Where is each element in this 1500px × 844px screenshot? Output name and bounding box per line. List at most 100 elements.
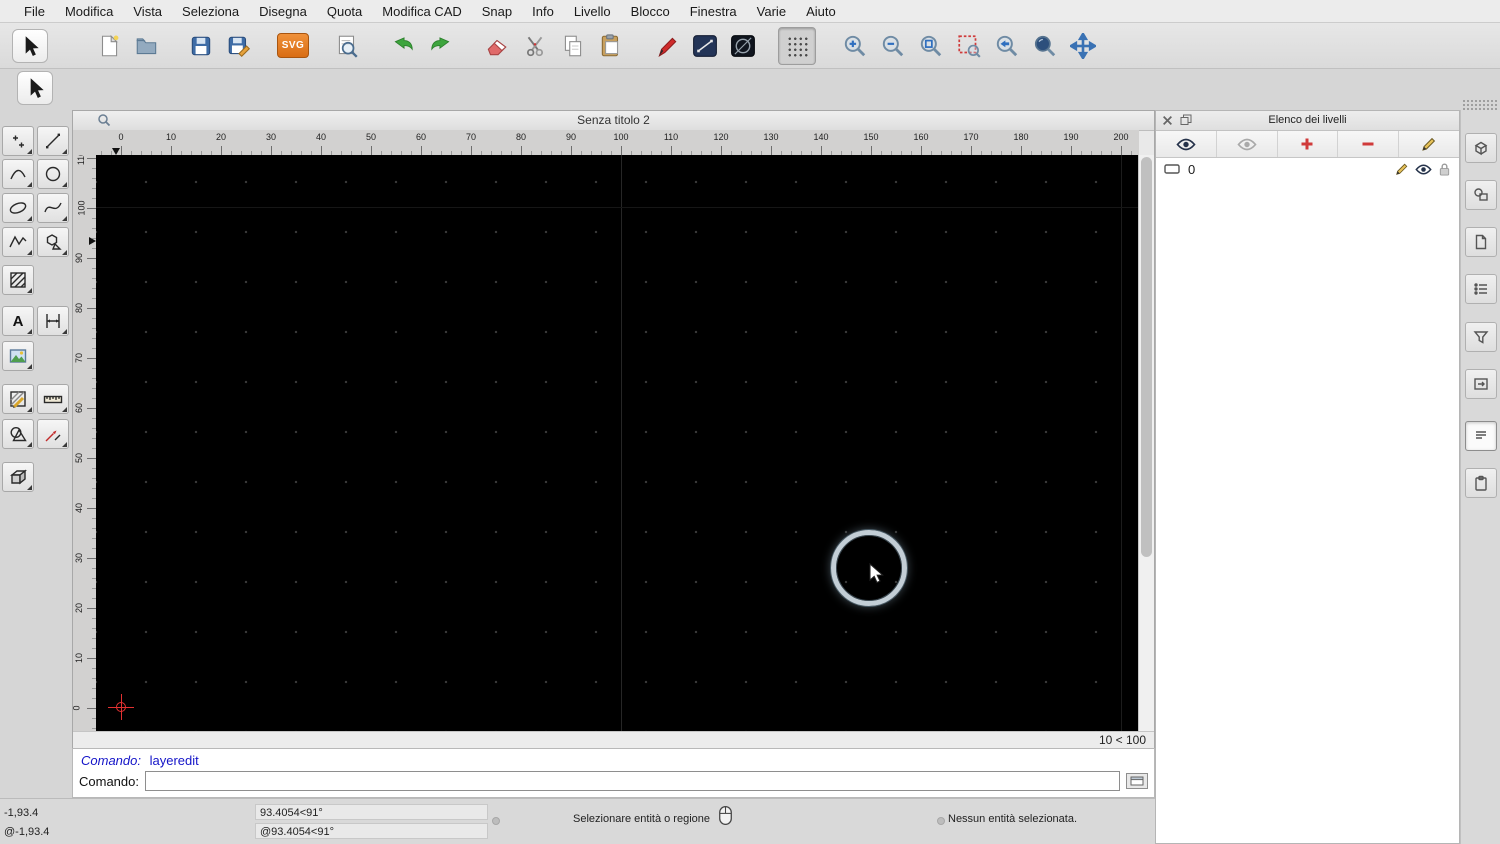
absolute-polar-coordinate: 93.4054<91°	[255, 804, 488, 820]
h-ruler-label: 140	[813, 132, 829, 142]
layer-panel-toolbar	[1156, 131, 1459, 158]
add-layer-button[interactable]	[1277, 131, 1339, 157]
menu-item-disegna[interactable]: Disegna	[249, 4, 317, 19]
v-ruler-label: 80	[74, 302, 85, 314]
ellipse-tool-button[interactable]	[2, 193, 34, 223]
cut-button[interactable]	[516, 27, 554, 65]
command-input[interactable]	[144, 771, 1120, 791]
menu-item-varie[interactable]: Varie	[747, 4, 796, 19]
dock-block-widget-button[interactable]	[1465, 133, 1497, 163]
layer-visibility-eye-icon[interactable]	[1415, 164, 1432, 175]
pan-arrows-icon	[1070, 32, 1096, 59]
cursor-arrow-icon	[30, 78, 44, 98]
eye-icon	[1176, 138, 1196, 150]
menu-item-aiuto[interactable]: Aiuto	[796, 4, 846, 19]
circle-tool-button[interactable]	[37, 159, 69, 189]
v-ruler-label: 60	[74, 402, 85, 414]
show-all-layers-button[interactable]	[1156, 131, 1217, 157]
open-file-button[interactable]	[128, 27, 166, 65]
dock-list-widget-button[interactable]	[1465, 274, 1497, 304]
dock-panel-widget-button[interactable]	[1465, 369, 1497, 399]
grid-meta-line	[621, 155, 622, 731]
menu-item-quota[interactable]: Quota	[317, 4, 372, 19]
save-button[interactable]	[182, 27, 220, 65]
points-tool-button[interactable]	[2, 126, 34, 156]
zoom-in-button[interactable]	[836, 27, 874, 65]
hatch-tool-button[interactable]	[2, 265, 34, 295]
h-ruler-label: 30	[265, 132, 277, 142]
save-as-button[interactable]	[220, 27, 258, 65]
paste-button[interactable]	[592, 27, 630, 65]
auto-zoom-button[interactable]	[912, 27, 950, 65]
print-preview-button[interactable]	[328, 27, 366, 65]
export-svg-button[interactable]: SVG	[274, 27, 312, 65]
zoom-pan-button[interactable]	[1064, 27, 1102, 65]
dimension-tool-button[interactable]	[37, 306, 69, 336]
menu-item-modifica[interactable]: Modifica	[55, 4, 123, 19]
grid-toggle-button[interactable]	[778, 26, 816, 65]
menu-item-snap[interactable]: Snap	[472, 4, 522, 19]
copy-icon	[564, 35, 582, 56]
h-ruler-label: 160	[913, 132, 929, 142]
text-tool-button[interactable]: A	[2, 306, 34, 336]
v-ruler-label: 40	[74, 502, 85, 514]
select-tool-button[interactable]	[12, 28, 48, 63]
dock-library-widget-button[interactable]	[1465, 180, 1497, 210]
h-ruler-label: 150	[863, 132, 879, 142]
arc-tool-button[interactable]	[2, 159, 34, 189]
plus-icon	[1301, 138, 1313, 150]
polygon-tool-button[interactable]	[37, 227, 69, 257]
dock-drag-handle[interactable]	[1462, 99, 1498, 110]
spline-tool-button[interactable]	[37, 193, 69, 223]
document-titlebar[interactable]: Senza titolo 2	[73, 111, 1154, 131]
undo-button[interactable]	[384, 27, 422, 65]
image-tool-button[interactable]	[2, 341, 34, 371]
layer-row[interactable]: 0	[1156, 158, 1459, 180]
line-tool-button[interactable]	[37, 126, 69, 156]
layer-edit-pencil-icon[interactable]	[1395, 162, 1409, 176]
pen-edit-button[interactable]	[648, 27, 686, 65]
delete-button[interactable]	[478, 27, 516, 65]
redo-button[interactable]	[422, 27, 460, 65]
zoom-window-button[interactable]	[1026, 27, 1064, 65]
menu-item-info[interactable]: Info	[522, 4, 564, 19]
hatch-edit-tool-button[interactable]	[2, 384, 34, 414]
hide-all-layers-button[interactable]	[1216, 131, 1278, 157]
dock-sheet-widget-button[interactable]	[1465, 227, 1497, 257]
selection-pointer-button[interactable]	[17, 71, 53, 105]
points-icon	[13, 135, 24, 148]
measure-tool-button[interactable]	[37, 384, 69, 414]
layer-panel-header: Elenco dei livelli	[1156, 111, 1459, 131]
boolean-tool-button[interactable]	[2, 419, 34, 449]
dock-filter-widget-button[interactable]	[1465, 322, 1497, 352]
menu-item-livello[interactable]: Livello	[564, 4, 621, 19]
line-attributes-button[interactable]	[686, 27, 724, 65]
zoom-out-button[interactable]	[874, 27, 912, 65]
drawing-canvas[interactable]	[96, 155, 1139, 731]
layer-lock-icon[interactable]	[1438, 162, 1451, 177]
solid-tool-button[interactable]	[2, 462, 34, 492]
menu-item-blocco[interactable]: Blocco	[621, 4, 680, 19]
h-ruler-label: 0	[118, 132, 124, 142]
menu-item-modifica-cad[interactable]: Modifica CAD	[372, 4, 471, 19]
status-led	[492, 817, 500, 825]
circle-tool-toggle-button[interactable]	[724, 27, 762, 65]
modify-tool-button[interactable]	[37, 419, 69, 449]
dock-layer-list-button[interactable]	[1465, 421, 1497, 451]
previous-view-button[interactable]	[988, 27, 1026, 65]
new-document-button[interactable]	[90, 27, 128, 65]
redraw-button[interactable]	[950, 27, 988, 65]
dock-clipboard-widget-button[interactable]	[1465, 468, 1497, 498]
remove-layer-button[interactable]	[1338, 131, 1400, 157]
edit-layer-button[interactable]	[1399, 131, 1459, 157]
menu-item-finestra[interactable]: Finestra	[680, 4, 747, 19]
copy-button[interactable]	[554, 27, 592, 65]
menu-item-vista[interactable]: Vista	[123, 4, 172, 19]
vertical-scrollbar-thumb[interactable]	[1141, 157, 1152, 557]
arc-icon	[10, 169, 26, 180]
polyline-tool-button[interactable]	[2, 227, 34, 257]
menu-item-file[interactable]: File	[14, 4, 55, 19]
menu-item-seleziona[interactable]: Seleziona	[172, 4, 249, 19]
vertical-scrollbar[interactable]	[1138, 155, 1154, 731]
command-options-button[interactable]	[1126, 773, 1148, 789]
